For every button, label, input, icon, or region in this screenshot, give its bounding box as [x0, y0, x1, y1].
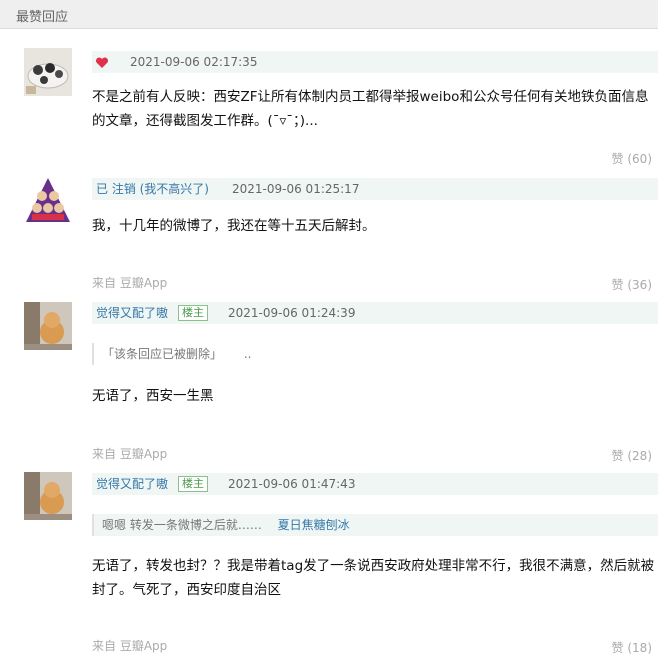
comment-text: 不是之前有人反映：西安ZF让所有体制内员工都得举报weibo和公众号任何有关地铁… [92, 89, 649, 129]
quoted-reply[interactable]: 「该条回应已被删除」 .. [92, 343, 658, 365]
comment-time: 2021-09-06 01:25:17 [232, 182, 360, 196]
like-button[interactable]: 赞 (28) [612, 447, 652, 464]
comment-meta: 2021-09-06 02:17:35 [92, 51, 658, 73]
section-header: 最赞回应 [0, 0, 658, 29]
quote-author[interactable]: 夏日焦糖刨冰 [278, 518, 350, 532]
comment-author[interactable]: 已 注销 (我不高兴了) [96, 181, 209, 197]
like-button[interactable]: 赞 (18) [612, 639, 652, 656]
comment-meta: 已 注销 (我不高兴了) 2021-09-06 01:25:17 [92, 178, 658, 200]
quoted-reply[interactable]: 嗯嗯 转发一条微博之后就…… 夏日焦糖刨冰 [92, 514, 658, 536]
comment-author[interactable]: 觉得又配了嗷 [96, 476, 168, 492]
comment-source: 来自 豆瓣App [92, 276, 168, 290]
comment-time: 2021-09-06 01:24:39 [228, 306, 356, 320]
op-badge: 楼主 [178, 476, 208, 492]
comment-text: 无语了，转发也封？？我是带着tag发了一条说西安政府处理非常不行，我很不满意，然… [92, 558, 655, 598]
section-title: 最赞回应 [16, 10, 69, 25]
comment-author[interactable]: 觉得又配了嗷 [96, 305, 168, 321]
comment-meta: 觉得又配了嗷 楼主 2021-09-06 01:24:39 [92, 302, 658, 324]
avatar[interactable] [24, 176, 72, 224]
comment-text: 我，十几年的微博了，我还在等十五天后解封。 [92, 218, 376, 234]
heart-icon [95, 54, 109, 73]
avatar[interactable] [24, 302, 72, 350]
comment-text: 无语了，西安一生黑 [92, 388, 214, 404]
like-button[interactable]: 赞 (36) [612, 276, 652, 293]
quote-tail: .. [243, 347, 252, 361]
comment-time: 2021-09-06 01:47:43 [228, 477, 356, 491]
avatar[interactable] [24, 48, 72, 96]
op-badge: 楼主 [178, 305, 208, 321]
comment-meta: 觉得又配了嗷 楼主 2021-09-06 01:47:43 [92, 473, 658, 495]
quote-text: 「该条回应已被删除」 [102, 347, 223, 361]
avatar[interactable] [24, 472, 72, 520]
comment-source: 来自 豆瓣App [92, 639, 168, 653]
like-button[interactable]: 赞 (60) [612, 150, 652, 167]
quote-text: 嗯嗯 转发一条微博之后就…… [102, 518, 262, 532]
comment-time: 2021-09-06 02:17:35 [130, 55, 258, 69]
comment-source: 来自 豆瓣App [92, 447, 168, 461]
